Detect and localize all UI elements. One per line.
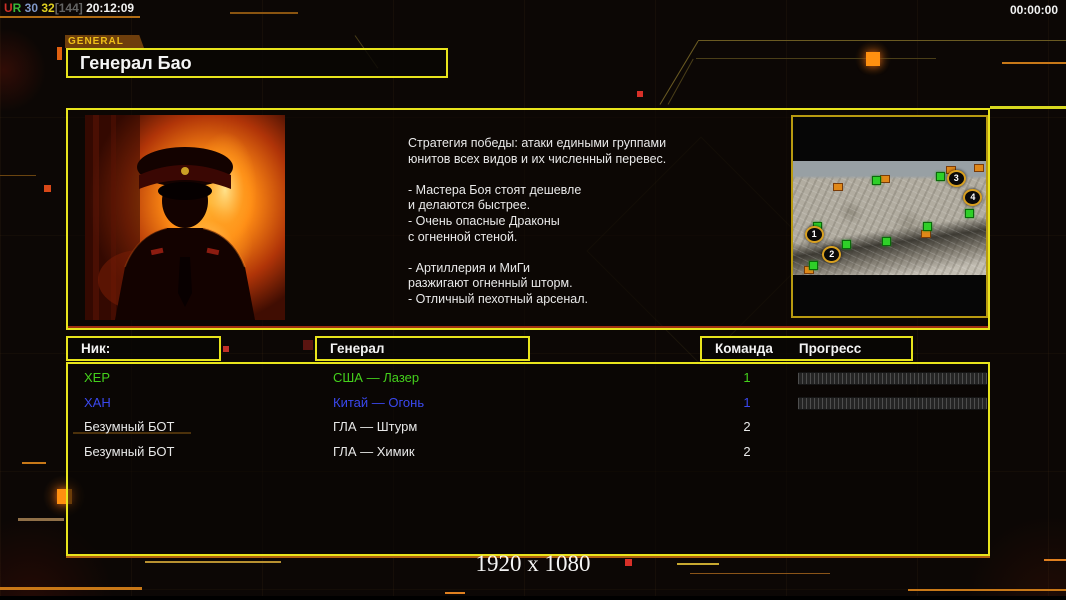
player-team: 1 <box>743 370 751 385</box>
status-segment: 30 <box>21 1 39 15</box>
resource-icon <box>872 175 882 185</box>
progress-bar <box>798 372 987 385</box>
resource-icon <box>841 240 851 250</box>
status-segment: [144] <box>54 1 83 15</box>
nick-header-label: Ник: <box>81 341 111 356</box>
resolution-label: 1920 x 1080 <box>475 551 591 576</box>
general-header-label: Генерал <box>330 341 385 356</box>
table-row: Безумный БОТ ГЛА — Химик 2 <box>68 441 988 466</box>
team-header-label: Команда <box>715 341 773 356</box>
column-header-team-progress: Команда Прогресс <box>700 336 913 361</box>
resource-icon <box>882 236 892 246</box>
building-icon <box>974 163 985 172</box>
page-title: Генерал Бао <box>66 48 448 78</box>
general-info-panel: Стратегия победы: атаки едиными группами… <box>66 108 990 330</box>
player-nick: ХАН <box>84 394 111 410</box>
table-row: ХЕР США — Лазер 1 <box>68 367 988 392</box>
game-timer: 00:00:00 <box>1009 3 1058 17</box>
player-general: ГЛА — Химик <box>333 443 415 459</box>
resource-icon <box>965 209 975 219</box>
resource-icon <box>923 221 933 231</box>
resource-icon <box>935 171 945 181</box>
player-general: США — Лазер <box>333 370 420 385</box>
panel-accent-line <box>68 326 988 328</box>
player-team: 2 <box>743 419 751 434</box>
column-header-nick: Ник: <box>66 336 221 361</box>
status-segment: U <box>4 1 13 15</box>
general-portrait <box>85 115 285 320</box>
tab-general[interactable]: GENERAL <box>65 35 144 48</box>
player-nick: Безумный БОТ <box>84 443 175 459</box>
loading-screen: UR 30 32[144] 20:12:09 00:00:00 GENERAL … <box>0 0 1066 600</box>
player-general: ГЛА — Штурм <box>333 419 418 434</box>
table-row: ХАН Китай — Огонь 1 <box>68 392 988 417</box>
progress-header-label: Прогресс <box>798 341 862 356</box>
strategy-description: Стратегия победы: атаки едиными группами… <box>408 136 667 306</box>
progress-bar <box>798 396 987 410</box>
resource-icon <box>808 261 818 271</box>
building-icon <box>880 174 891 183</box>
players-table: ХЕР США — Лазер 1 ХАН Китай — Огонь 1 Бе… <box>66 362 990 556</box>
table-row: Безумный БОТ ГЛА — Штурм 2 <box>68 416 988 441</box>
building-icon <box>833 182 843 191</box>
player-nick: Безумный БОТ <box>84 419 175 434</box>
start-position-marker: 3 <box>946 169 966 187</box>
column-header-general: Генерал <box>315 336 530 361</box>
player-team: 1 <box>743 394 751 410</box>
player-general: Китай — Огонь <box>333 394 425 410</box>
status-segment: 32 <box>38 1 55 15</box>
network-status: UR 30 32[144] 20:12:09 <box>4 1 134 15</box>
status-segment: 20:12:09 <box>82 1 135 15</box>
player-team: 2 <box>743 443 751 459</box>
minimap: 1234 <box>791 115 988 318</box>
general-portrait-image <box>85 115 285 320</box>
start-position-marker: 1 <box>804 225 824 243</box>
player-nick: ХЕР <box>84 370 111 385</box>
